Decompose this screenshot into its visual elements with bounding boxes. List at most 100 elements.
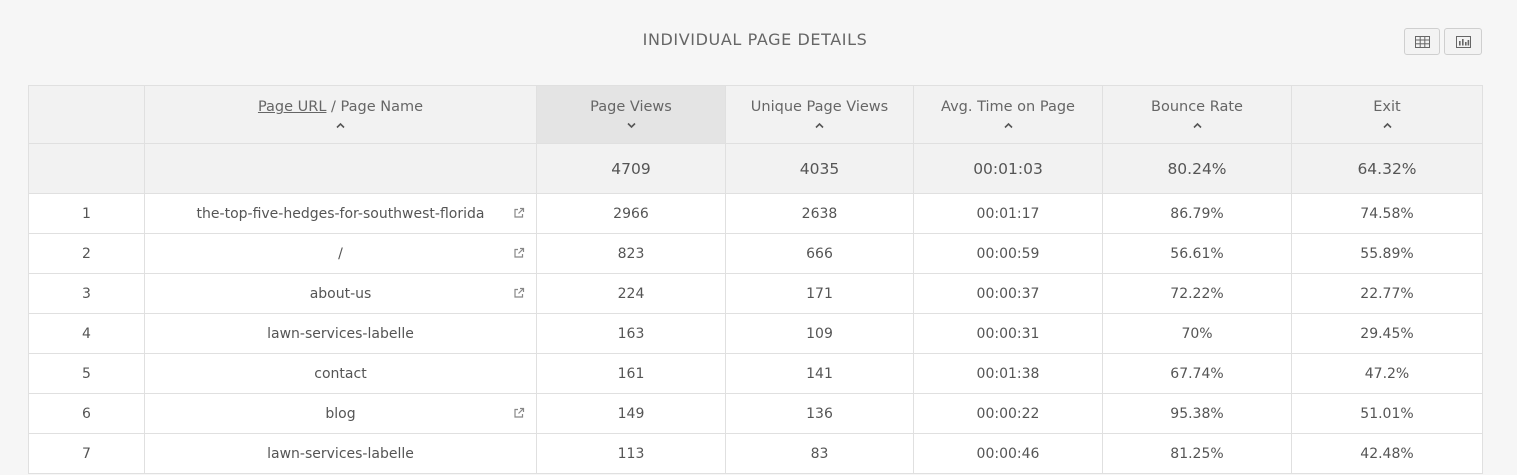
table-row: 4 lawn-services-labelle 163 109 00:00:31 70% 2…	[28, 313, 1483, 354]
page-title: INDIVIDUAL PAGE DETAILS	[642, 30, 868, 49]
header-exit-label: Exit	[1373, 99, 1401, 115]
external-link-icon[interactable]	[513, 287, 525, 299]
header-separator: /	[326, 99, 341, 115]
header-unique-page-views-label: Unique Page Views	[750, 99, 889, 115]
unique-page-views-cell: 666	[725, 233, 914, 274]
page-name-label: Page Name	[340, 99, 424, 115]
row-index: 2	[28, 233, 145, 274]
avg-time-cell: 00:01:17	[913, 193, 1103, 234]
page-url-cell: lawn-services-labelle	[144, 313, 537, 354]
header-avg-time[interactable]: Avg. Time on Page	[913, 85, 1103, 144]
exit-cell: 42.48%	[1291, 433, 1483, 474]
bounce-rate-cell: 72.22%	[1102, 273, 1292, 314]
page-url-text: lawn-services-labelle	[267, 445, 414, 462]
totals-page-cell	[144, 143, 537, 194]
avg-time-cell: 00:01:38	[913, 353, 1103, 394]
sort-up-icon[interactable]	[914, 117, 1102, 129]
total-exit: 64.32%	[1291, 143, 1483, 194]
header-avg-time-label: Avg. Time on Page	[941, 99, 1075, 115]
header-bounce-rate[interactable]: Bounce Rate	[1102, 85, 1292, 144]
sort-up-icon[interactable]	[145, 117, 536, 129]
row-index: 6	[28, 393, 145, 434]
page-views-cell: 2966	[536, 193, 726, 234]
avg-time-cell: 00:00:59	[913, 233, 1103, 274]
sort-down-icon[interactable]	[537, 117, 725, 129]
page-views-cell: 224	[536, 273, 726, 314]
page-url-cell: /	[144, 233, 537, 274]
table-header-row: Page URL / Page Name Page Views Unique P…	[28, 85, 1483, 144]
unique-page-views-cell: 83	[725, 433, 914, 474]
page-url-cell: lawn-services-labelle	[144, 433, 537, 474]
exit-cell: 55.89%	[1291, 233, 1483, 274]
unique-page-views-cell: 136	[725, 393, 914, 434]
page-views-cell: 161	[536, 353, 726, 394]
table-row: 6 blog 149 136 00:00:22 95.38% 51.01%	[28, 393, 1483, 434]
exit-cell: 22.77%	[1291, 273, 1483, 314]
table-row: 1 the-top-five-hedges-for-southwest-flori…	[28, 193, 1483, 234]
sort-up-icon[interactable]	[1103, 117, 1291, 129]
page-views-cell: 149	[536, 393, 726, 434]
page-url-text: contact	[314, 365, 367, 382]
unique-page-views-cell: 171	[725, 273, 914, 314]
avg-time-cell: 00:00:31	[913, 313, 1103, 354]
bounce-rate-cell: 56.61%	[1102, 233, 1292, 274]
bounce-rate-cell: 86.79%	[1102, 193, 1292, 234]
page-views-cell: 113	[536, 433, 726, 474]
table-row: 3 about-us 224 171 00:00:37 72.22% 22.77%	[28, 273, 1483, 314]
page-views-cell: 163	[536, 313, 726, 354]
page-url-text: /	[338, 245, 343, 262]
external-link-icon[interactable]	[513, 407, 525, 419]
total-page-views: 4709	[536, 143, 726, 194]
table-view-button[interactable]	[1404, 28, 1440, 55]
totals-index-cell	[28, 143, 145, 194]
sort-up-icon[interactable]	[1292, 117, 1482, 129]
total-unique-page-views: 4035	[725, 143, 914, 194]
page-url-text: lawn-services-labelle	[267, 325, 414, 342]
header-bounce-rate-label: Bounce Rate	[1151, 99, 1243, 115]
row-index: 5	[28, 353, 145, 394]
bounce-rate-cell: 81.25%	[1102, 433, 1292, 474]
external-link-icon[interactable]	[513, 207, 525, 219]
row-index: 7	[28, 433, 145, 474]
unique-page-views-cell: 141	[725, 353, 914, 394]
unique-page-views-cell: 2638	[725, 193, 914, 234]
chart-view-button[interactable]	[1444, 28, 1482, 55]
row-index: 4	[28, 313, 145, 354]
page-url-text: the-top-five-hedges-for-southwest-florid…	[196, 205, 485, 222]
table-icon	[1414, 35, 1430, 48]
exit-cell: 47.2%	[1291, 353, 1483, 394]
sort-up-icon[interactable]	[726, 117, 913, 129]
row-index: 1	[28, 193, 145, 234]
exit-cell: 51.01%	[1291, 393, 1483, 434]
page-details-table: Page URL / Page Name Page Views Unique P…	[28, 85, 1483, 474]
page-url-sort-link[interactable]: Page URL	[258, 99, 326, 115]
table-row: 5 contact 161 141 00:01:38 67.74% 47.2%	[28, 353, 1483, 394]
external-link-icon[interactable]	[513, 247, 525, 259]
header-index	[28, 85, 145, 144]
table-row: 7 lawn-services-labelle 113 83 00:00:46 81.25…	[28, 433, 1483, 474]
bar-chart-icon	[1455, 35, 1471, 48]
total-bounce-rate: 80.24%	[1102, 143, 1292, 194]
bounce-rate-cell: 67.74%	[1102, 353, 1292, 394]
avg-time-cell: 00:00:22	[913, 393, 1103, 434]
avg-time-cell: 00:00:46	[913, 433, 1103, 474]
page-details-table-container: Page URL / Page Name Page Views Unique P…	[28, 85, 1483, 474]
page-url-cell: blog	[144, 393, 537, 434]
page-url-text: blog	[325, 405, 356, 422]
header-page-views-label: Page Views	[590, 99, 672, 115]
page-url-text: about-us	[309, 285, 372, 302]
header-page-url[interactable]: Page URL / Page Name	[144, 85, 537, 144]
page-url-cell: contact	[144, 353, 537, 394]
table-row: 2 / 823 666 00:00:59 56.61% 55.89%	[28, 233, 1483, 274]
header-page-views[interactable]: Page Views	[536, 85, 726, 144]
bounce-rate-cell: 95.38%	[1102, 393, 1292, 434]
header-unique-page-views[interactable]: Unique Page Views	[725, 85, 914, 144]
exit-cell: 74.58%	[1291, 193, 1483, 234]
bounce-rate-cell: 70%	[1102, 313, 1292, 354]
totals-row: 4709 4035 00:01:03 80.24% 64.32%	[28, 143, 1483, 194]
header-exit[interactable]: Exit	[1291, 85, 1483, 144]
avg-time-cell: 00:00:37	[913, 273, 1103, 314]
total-avg-time: 00:01:03	[913, 143, 1103, 194]
row-index: 3	[28, 273, 145, 314]
exit-cell: 29.45%	[1291, 313, 1483, 354]
